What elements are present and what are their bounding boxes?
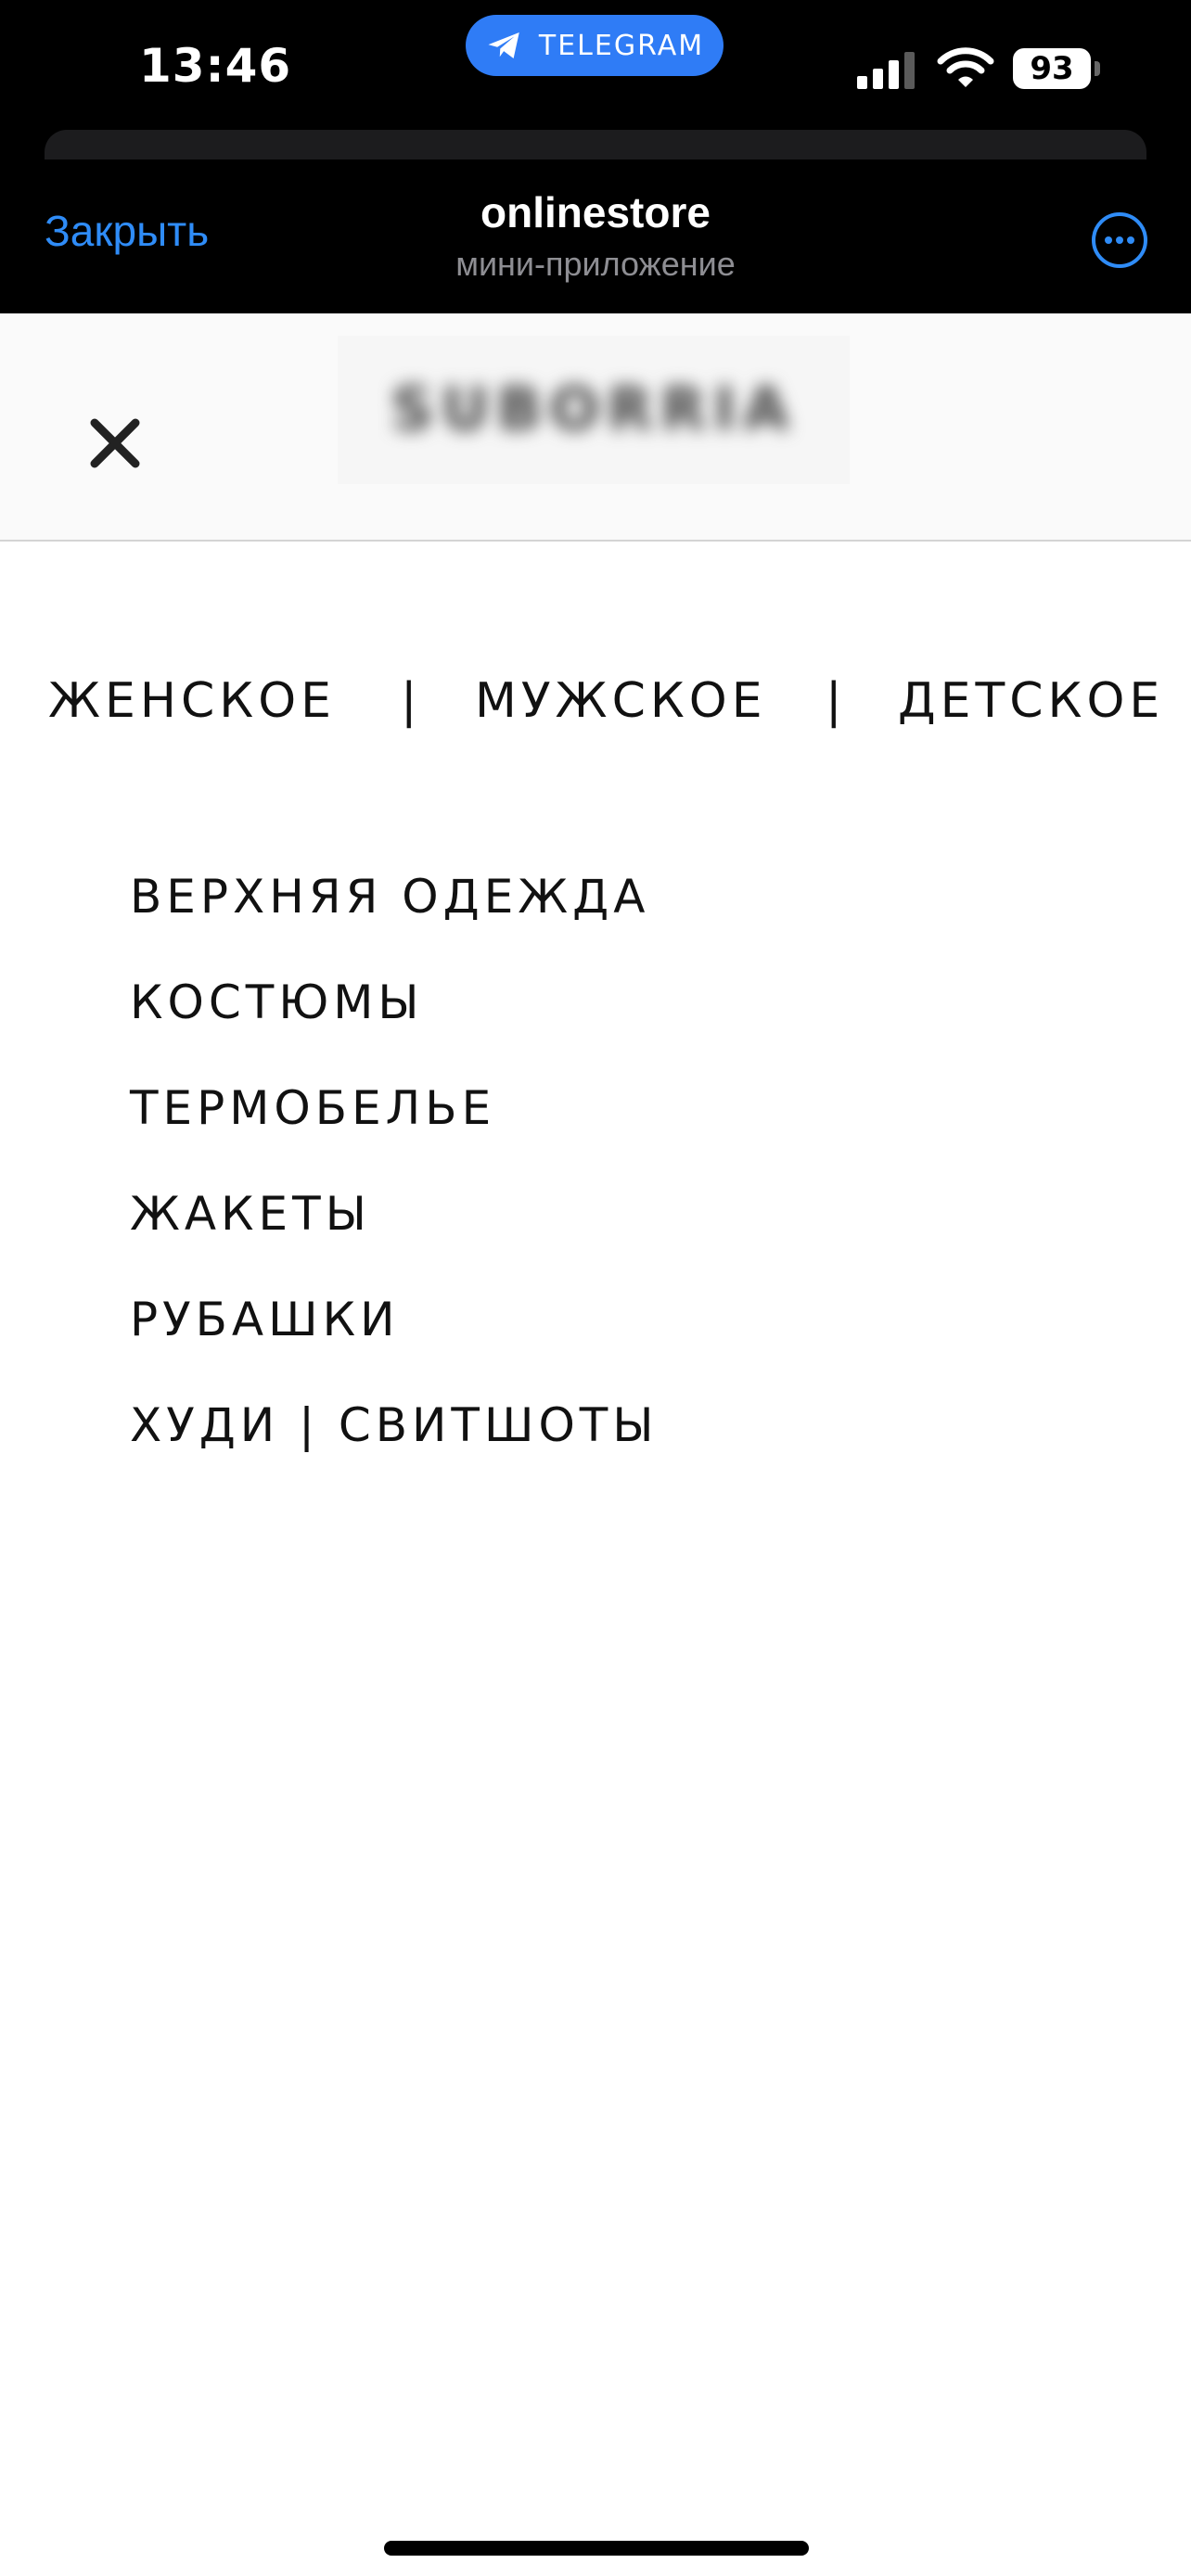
site-logo[interactable]: SUBORRIA <box>338 336 850 484</box>
subcategory-item[interactable]: ХУДИ | СВИТШОТЫ <box>130 1393 658 1498</box>
close-x-icon[interactable] <box>85 414 145 473</box>
battery-icon: 93 <box>1013 48 1091 89</box>
site-logo-text: SUBORRIA <box>391 376 797 444</box>
telegram-pill-label: TELEGRAM <box>538 29 705 62</box>
sheet-background-tab <box>45 130 1146 159</box>
category-separator: | <box>401 673 422 729</box>
battery-tip <box>1095 61 1100 76</box>
ellipsis-circle-icon[interactable] <box>1091 211 1148 269</box>
category-kids[interactable]: ДЕТСКОЕ <box>898 673 1164 729</box>
battery-level: 93 <box>1030 50 1074 87</box>
status-bar: 13:46 TELEGRAM 93 <box>0 0 1191 130</box>
telegram-plane-icon <box>488 32 519 58</box>
subcategory-list: ВЕРХНЯЯ ОДЕЖДА КОСТЮМЫ ТЕРМОБЕЛЬЕ ЖАКЕТЫ… <box>130 864 658 1498</box>
wifi-icon <box>937 47 994 87</box>
subcategory-item[interactable]: ТЕРМОБЕЛЬЕ <box>130 1076 658 1181</box>
subcategory-item[interactable]: ЖАКЕТЫ <box>130 1181 658 1287</box>
subcategory-item[interactable]: КОСТЮМЫ <box>130 970 658 1076</box>
telegram-pill[interactable]: TELEGRAM <box>466 15 724 76</box>
category-women[interactable]: ЖЕНСКОЕ <box>48 673 336 729</box>
app-title: onlinestore <box>480 188 711 236</box>
category-men[interactable]: МУЖСКОЕ <box>475 673 767 729</box>
subcategory-item[interactable]: РУБАШКИ <box>130 1287 658 1393</box>
status-time: 13:46 <box>139 39 292 93</box>
telegram-header: Закрыть onlinestore мини-приложение <box>0 130 1191 313</box>
category-separator: | <box>826 673 847 729</box>
home-indicator[interactable] <box>384 2541 809 2556</box>
mini-app-screen: 13:46 TELEGRAM 93 Закрыть onlinestore ми <box>0 0 1191 2576</box>
cellular-signal-icon <box>857 52 915 89</box>
subcategory-item[interactable]: ВЕРХНЯЯ ОДЕЖДА <box>130 864 658 970</box>
app-subtitle: мини-приложение <box>455 245 736 283</box>
category-nav: ЖЕНСКОЕ | МУЖСКОЕ | ДЕТСКОЕ <box>0 673 1191 738</box>
site-header: SUBORRIA <box>0 313 1191 542</box>
